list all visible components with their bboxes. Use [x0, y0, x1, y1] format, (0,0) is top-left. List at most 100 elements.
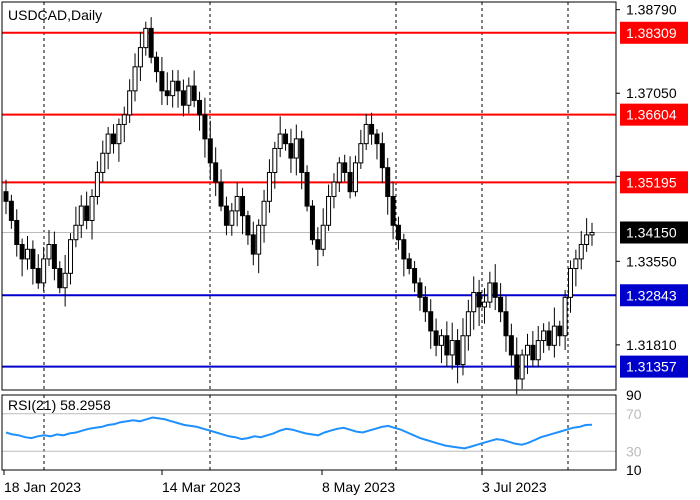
candle-body	[137, 47, 143, 68]
price-tick-label: 1.38790	[626, 2, 677, 18]
candle-body	[197, 99, 203, 116]
rsi-tick-label: 10	[626, 462, 642, 478]
candle-body	[336, 162, 342, 183]
candle-body	[567, 268, 573, 298]
level-label: 1.36604	[626, 107, 677, 123]
candle-body	[476, 292, 482, 308]
time-tick-label: 3 Jul 2023	[482, 479, 547, 495]
candle-body	[363, 123, 369, 145]
rsi-tick-label: 30	[626, 443, 642, 459]
candle-body	[57, 268, 63, 289]
candle-body	[94, 171, 100, 197]
candle-body	[213, 162, 219, 183]
candle-body	[299, 138, 305, 173]
candle-body	[422, 296, 428, 313]
candle-body	[326, 195, 332, 226]
chart-canvas: USDCAD,Daily RSI(21) 58.2958 1.38790 1.37…	[0, 0, 700, 500]
candle-body	[546, 330, 552, 346]
candle-body	[148, 27, 154, 58]
candle-body	[551, 325, 557, 346]
candle-body	[406, 258, 412, 270]
candle-body	[78, 205, 84, 226]
candle-body	[229, 210, 235, 226]
candle-body	[277, 133, 283, 149]
candle-body	[111, 133, 117, 145]
candle-body	[492, 282, 498, 298]
candle-body	[541, 330, 547, 342]
candle-body	[202, 114, 208, 140]
candle-body	[132, 66, 138, 92]
candle-body	[369, 123, 375, 135]
candle-body	[315, 239, 321, 250]
candle-body	[180, 90, 186, 106]
level-label: 1.31357	[626, 359, 677, 375]
candle-body	[444, 335, 450, 356]
candle-body	[417, 282, 423, 298]
candle-body	[8, 200, 14, 221]
candle-body	[105, 133, 111, 154]
candle-body	[455, 340, 461, 366]
candle-body	[562, 296, 568, 337]
candle-body	[433, 330, 439, 346]
candle-body	[519, 354, 525, 380]
candle-body	[240, 195, 246, 217]
candle-body	[557, 325, 563, 337]
candle-body	[127, 90, 133, 116]
candle-body	[207, 138, 213, 164]
rsi-tick-label: 70	[626, 406, 642, 422]
candle-body	[266, 171, 272, 202]
candle-body	[46, 244, 52, 260]
candle-body	[121, 114, 127, 125]
candle-body	[159, 71, 165, 92]
candle-body	[25, 248, 31, 260]
chart-title: USDCAD,Daily	[8, 7, 102, 23]
level-label: 1.32843	[626, 287, 677, 303]
candle-body	[19, 244, 25, 260]
candle-body	[218, 181, 224, 207]
candle-body	[320, 224, 326, 250]
candle-body	[68, 239, 74, 274]
candle-body	[487, 282, 493, 303]
candle-body	[498, 296, 504, 313]
candle-body	[573, 258, 579, 270]
last-price-label: 1.34150	[626, 224, 677, 240]
price-tick-label: 1.33550	[626, 253, 677, 269]
candle-body	[379, 143, 385, 169]
candle-body	[304, 171, 310, 207]
candle-body	[438, 335, 444, 346]
candle-body	[245, 215, 251, 236]
candle-body	[331, 181, 337, 197]
candle-body	[471, 292, 477, 313]
candle-body	[589, 231, 595, 236]
candle-body	[234, 195, 240, 212]
candle-body	[14, 219, 20, 245]
candle-body	[347, 171, 353, 193]
candle-body	[524, 344, 530, 356]
price-tick-label: 1.37050	[626, 85, 677, 101]
candle-body	[100, 152, 106, 173]
candle-body	[584, 234, 590, 246]
candle-body	[41, 258, 47, 284]
candle-body	[465, 311, 471, 337]
candle-body	[35, 268, 41, 284]
candle-body	[84, 205, 90, 221]
rsi-tick-label: 90	[626, 387, 642, 403]
candle-body	[143, 27, 149, 49]
candle-body	[374, 133, 380, 145]
candle-body	[395, 224, 401, 241]
candle-body	[530, 344, 536, 361]
candle-body	[283, 133, 289, 145]
time-tick-label: 14 Mar 2023	[162, 479, 241, 495]
candle-body	[342, 162, 348, 173]
time-tick-label: 8 May 2023	[322, 479, 395, 495]
candle-body	[449, 340, 455, 356]
level-label: 1.35195	[626, 174, 677, 190]
candle-body	[51, 244, 57, 270]
candle-body	[503, 311, 509, 337]
candle-body	[256, 224, 262, 255]
candle-body	[309, 205, 315, 241]
candle-body	[514, 354, 520, 380]
candle-body	[164, 90, 170, 97]
price-tick-label: 1.31810	[626, 337, 677, 353]
candle-body	[428, 311, 434, 332]
